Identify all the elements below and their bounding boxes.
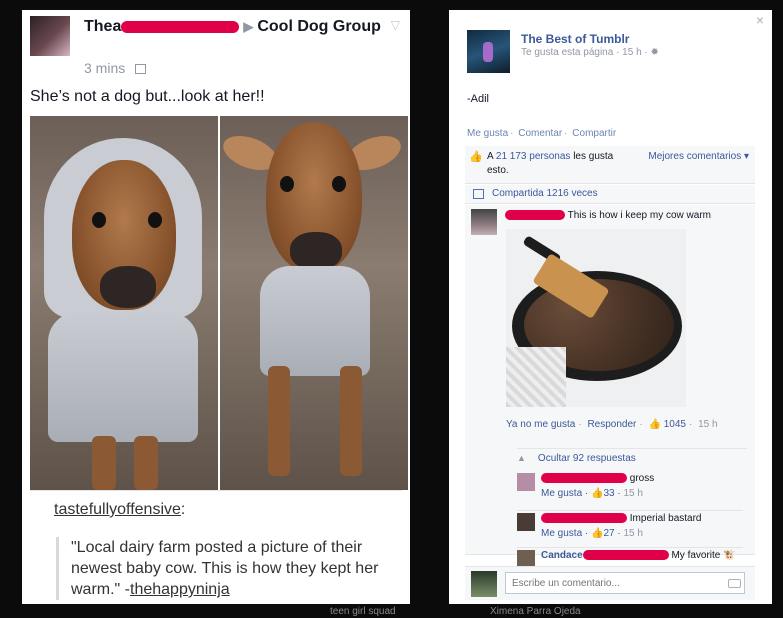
- sort-dropdown[interactable]: Mejores comentarios ▾: [648, 151, 749, 162]
- arrow-icon: ▶: [243, 19, 254, 34]
- post-caption: -Adil: [467, 93, 490, 105]
- reply-item: gross Me gusta · 👍33 · 15 h: [517, 471, 743, 507]
- reply-item: Imperial bastard Me gusta · 👍27 · 15 h: [517, 510, 743, 546]
- calf-photo-left[interactable]: [30, 116, 218, 490]
- page-name-link[interactable]: The Best of Tumblr: [521, 32, 629, 46]
- my-avatar: [471, 571, 497, 597]
- comment-photo-skillet[interactable]: [506, 229, 686, 407]
- source-user-link[interactable]: tastefullyoffensive: [54, 501, 181, 518]
- comment-action[interactable]: Comentar: [518, 128, 562, 139]
- tumblr-quote: tastefullyoffensive: "Local dairy farm p…: [30, 490, 402, 604]
- page-meta: Te gusta esta página · 15 h · ✹: [521, 47, 659, 58]
- shares-summary: Compartida 1216 veces: [465, 185, 755, 204]
- reply-text: gross: [541, 473, 654, 484]
- gear-icon[interactable]: ✹: [651, 47, 659, 58]
- share-action[interactable]: Compartir: [572, 128, 616, 139]
- comment-actions: Ya no me gusta · Responder · 👍 1045 · 15 h: [506, 419, 718, 430]
- redacted-name: [582, 550, 669, 561]
- comments-list: This is how i keep my cow warm Ya no me …: [465, 205, 755, 568]
- reply-actions: Me gusta · 👍27 · 15 h: [541, 528, 643, 539]
- close-icon[interactable]: ×: [756, 12, 764, 28]
- share-icon: [473, 189, 484, 199]
- thumbs-up-icon: 👍: [469, 151, 483, 163]
- reply-link[interactable]: Responder: [587, 419, 636, 430]
- redacted-name: [505, 210, 565, 221]
- comment-input[interactable]: [505, 572, 745, 594]
- thumbs-up-icon: 👍: [591, 488, 604, 499]
- author-name[interactable]: Thea: [84, 18, 121, 35]
- comment-text: This is how i keep my cow warm: [505, 210, 711, 221]
- group-name[interactable]: Cool Dog Group: [257, 18, 381, 35]
- author-avatar[interactable]: [30, 16, 70, 56]
- likes-count-link[interactable]: 21 173 personas: [496, 151, 571, 162]
- shares-link[interactable]: Compartida 1216 veces: [492, 188, 598, 199]
- page-avatar[interactable]: [467, 30, 510, 73]
- camera-icon[interactable]: [728, 579, 741, 588]
- reply-avatar[interactable]: [517, 473, 535, 491]
- cow-emoji-icon: 🐮: [723, 550, 736, 561]
- quote-author-link[interactable]: thehappyninja: [130, 581, 230, 598]
- post-card: Thea ▶ Cool Dog Group ▽ 3 mins She’s not a…: [22, 10, 410, 604]
- caret-up-icon: ▲: [517, 453, 526, 463]
- calf-photo-right[interactable]: [220, 116, 408, 490]
- comments-panel: × The Best of Tumblr Te gusta esta págin…: [449, 10, 772, 604]
- likes-summary: 👍 A 21 173 personas les gusta esto. Mejo…: [465, 146, 755, 184]
- audience-icon: [135, 64, 147, 75]
- like-link[interactable]: Me gusta: [541, 528, 582, 539]
- post-text: She’s not a dog but...look at her!!: [30, 88, 265, 105]
- reply-text: Imperial bastard: [541, 513, 701, 524]
- commenter-avatar[interactable]: [471, 209, 497, 235]
- thumbs-up-icon: 👍: [591, 528, 604, 539]
- like-link[interactable]: Me gusta: [541, 488, 582, 499]
- comment-composer: [465, 566, 755, 600]
- reply-text: Candace My favorite 🐮: [541, 550, 736, 561]
- quote-text: "Local dairy farm posted a picture of th…: [56, 537, 392, 600]
- unlike-link[interactable]: Ya no me gusta: [506, 419, 575, 430]
- redacted-name: [541, 473, 627, 484]
- likes-text: A 21 173 personas les gusta esto.: [487, 151, 614, 176]
- chevron-down-icon[interactable]: ▽: [391, 18, 400, 32]
- comment-likes[interactable]: 👍 1045: [648, 419, 685, 430]
- hide-replies-link[interactable]: ▲ Ocultar 92 respuestas: [517, 448, 747, 464]
- post-time[interactable]: 3 mins: [84, 60, 147, 76]
- comment-time[interactable]: 15 h: [698, 419, 717, 430]
- reply-actions: Me gusta · 👍33 · 15 h: [541, 488, 643, 499]
- source-line: tastefullyoffensive:: [54, 501, 186, 518]
- background-label: teen girl squad: [330, 606, 396, 617]
- thumbs-up-icon: 👍: [648, 419, 661, 430]
- redacted-name: [541, 513, 627, 524]
- background-label: Ximena Parra Ojeda: [490, 606, 581, 617]
- redacted-name: [121, 20, 240, 33]
- reply-avatar[interactable]: [517, 513, 535, 531]
- like-action[interactable]: Me gusta: [467, 128, 508, 139]
- post-actions: Me gusta · Comentar · Compartir: [467, 128, 617, 139]
- post-header: Thea ▶ Cool Dog Group: [84, 16, 384, 37]
